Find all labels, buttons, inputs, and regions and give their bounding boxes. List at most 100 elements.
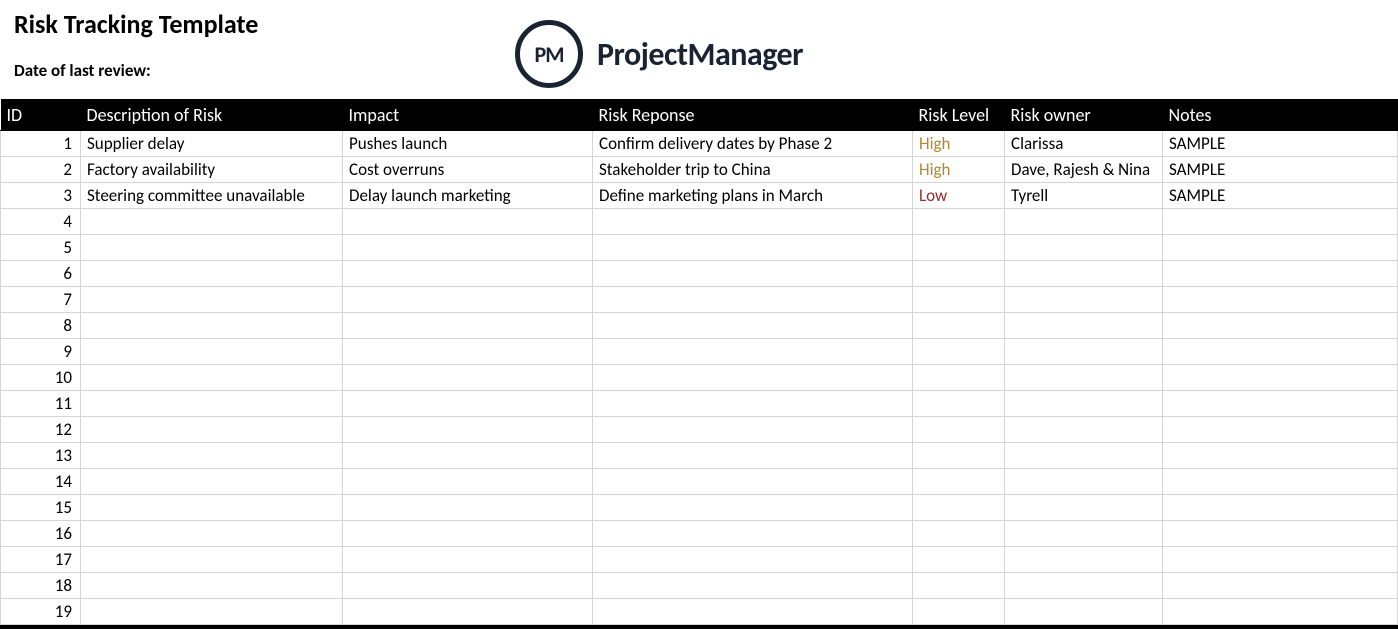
cell-description[interactable] bbox=[81, 443, 343, 469]
cell-impact[interactable] bbox=[343, 495, 593, 521]
cell-id[interactable]: 14 bbox=[1, 469, 81, 495]
cell-impact[interactable] bbox=[343, 261, 593, 287]
cell-description[interactable]: Factory availability bbox=[81, 157, 343, 183]
cell-id[interactable]: 15 bbox=[1, 495, 81, 521]
cell-owner[interactable] bbox=[1005, 547, 1163, 573]
cell-owner[interactable]: Dave, Rajesh & Nina bbox=[1005, 157, 1163, 183]
cell-description[interactable] bbox=[81, 365, 343, 391]
cell-id[interactable]: 19 bbox=[1, 599, 81, 625]
cell-description[interactable] bbox=[81, 391, 343, 417]
cell-risk-level[interactable] bbox=[913, 469, 1005, 495]
cell-response[interactable] bbox=[593, 547, 913, 573]
cell-notes[interactable] bbox=[1163, 469, 1398, 495]
cell-owner[interactable] bbox=[1005, 365, 1163, 391]
cell-notes[interactable] bbox=[1163, 261, 1398, 287]
cell-id[interactable]: 18 bbox=[1, 573, 81, 599]
cell-response[interactable]: Stakeholder trip to China bbox=[593, 157, 913, 183]
cell-response[interactable] bbox=[593, 339, 913, 365]
cell-notes[interactable] bbox=[1163, 339, 1398, 365]
cell-risk-level[interactable] bbox=[913, 521, 1005, 547]
cell-notes[interactable] bbox=[1163, 521, 1398, 547]
cell-notes[interactable] bbox=[1163, 287, 1398, 313]
cell-owner[interactable] bbox=[1005, 313, 1163, 339]
cell-response[interactable] bbox=[593, 443, 913, 469]
cell-id[interactable]: 5 bbox=[1, 235, 81, 261]
cell-description[interactable] bbox=[81, 495, 343, 521]
cell-description[interactable] bbox=[81, 573, 343, 599]
cell-owner[interactable] bbox=[1005, 573, 1163, 599]
cell-description[interactable] bbox=[81, 521, 343, 547]
cell-notes[interactable] bbox=[1163, 573, 1398, 599]
cell-id[interactable]: 7 bbox=[1, 287, 81, 313]
cell-response[interactable] bbox=[593, 417, 913, 443]
cell-notes[interactable] bbox=[1163, 235, 1398, 261]
cell-owner[interactable] bbox=[1005, 521, 1163, 547]
cell-risk-level[interactable] bbox=[913, 261, 1005, 287]
cell-response[interactable] bbox=[593, 287, 913, 313]
cell-description[interactable]: Steering committee unavailable bbox=[81, 183, 343, 209]
cell-id[interactable]: 12 bbox=[1, 417, 81, 443]
cell-id[interactable]: 13 bbox=[1, 443, 81, 469]
cell-risk-level[interactable] bbox=[913, 365, 1005, 391]
cell-owner[interactable] bbox=[1005, 469, 1163, 495]
cell-description[interactable] bbox=[81, 469, 343, 495]
cell-owner[interactable] bbox=[1005, 339, 1163, 365]
cell-risk-level[interactable] bbox=[913, 547, 1005, 573]
cell-description[interactable] bbox=[81, 235, 343, 261]
cell-impact[interactable] bbox=[343, 417, 593, 443]
cell-description[interactable] bbox=[81, 599, 343, 625]
cell-id[interactable]: 2 bbox=[1, 157, 81, 183]
cell-impact[interactable] bbox=[343, 209, 593, 235]
cell-impact[interactable] bbox=[343, 287, 593, 313]
cell-owner[interactable] bbox=[1005, 235, 1163, 261]
cell-impact[interactable] bbox=[343, 235, 593, 261]
cell-id[interactable]: 16 bbox=[1, 521, 81, 547]
cell-risk-level[interactable] bbox=[913, 573, 1005, 599]
cell-impact[interactable] bbox=[343, 313, 593, 339]
cell-risk-level[interactable]: High bbox=[913, 157, 1005, 183]
cell-impact[interactable] bbox=[343, 391, 593, 417]
cell-description[interactable] bbox=[81, 261, 343, 287]
cell-owner[interactable] bbox=[1005, 443, 1163, 469]
cell-impact[interactable] bbox=[343, 547, 593, 573]
cell-response[interactable] bbox=[593, 261, 913, 287]
cell-owner[interactable] bbox=[1005, 599, 1163, 625]
cell-notes[interactable] bbox=[1163, 209, 1398, 235]
cell-risk-level[interactable] bbox=[913, 313, 1005, 339]
cell-risk-level[interactable]: High bbox=[913, 131, 1005, 157]
cell-id[interactable]: 4 bbox=[1, 209, 81, 235]
cell-response[interactable]: Define marketing plans in March bbox=[593, 183, 913, 209]
cell-id[interactable]: 10 bbox=[1, 365, 81, 391]
cell-id[interactable]: 17 bbox=[1, 547, 81, 573]
cell-description[interactable] bbox=[81, 313, 343, 339]
cell-impact[interactable] bbox=[343, 573, 593, 599]
cell-response[interactable]: Confirm delivery dates by Phase 2 bbox=[593, 131, 913, 157]
cell-impact[interactable] bbox=[343, 365, 593, 391]
cell-response[interactable] bbox=[593, 495, 913, 521]
cell-owner[interactable]: Tyrell bbox=[1005, 183, 1163, 209]
cell-notes[interactable] bbox=[1163, 599, 1398, 625]
cell-description[interactable] bbox=[81, 547, 343, 573]
cell-response[interactable] bbox=[593, 573, 913, 599]
cell-risk-level[interactable]: Low bbox=[913, 183, 1005, 209]
cell-notes[interactable]: SAMPLE bbox=[1163, 157, 1398, 183]
cell-impact[interactable] bbox=[343, 469, 593, 495]
cell-description[interactable] bbox=[81, 287, 343, 313]
cell-notes[interactable] bbox=[1163, 495, 1398, 521]
cell-impact[interactable]: Delay launch marketing bbox=[343, 183, 593, 209]
cell-response[interactable] bbox=[593, 391, 913, 417]
cell-response[interactable] bbox=[593, 521, 913, 547]
cell-response[interactable] bbox=[593, 469, 913, 495]
cell-owner[interactable] bbox=[1005, 417, 1163, 443]
cell-response[interactable] bbox=[593, 599, 913, 625]
cell-owner[interactable] bbox=[1005, 209, 1163, 235]
cell-notes[interactable] bbox=[1163, 313, 1398, 339]
cell-response[interactable] bbox=[593, 313, 913, 339]
cell-owner[interactable] bbox=[1005, 261, 1163, 287]
cell-notes[interactable] bbox=[1163, 391, 1398, 417]
cell-impact[interactable] bbox=[343, 521, 593, 547]
cell-risk-level[interactable] bbox=[913, 599, 1005, 625]
cell-notes[interactable] bbox=[1163, 547, 1398, 573]
cell-description[interactable]: Supplier delay bbox=[81, 131, 343, 157]
cell-id[interactable]: 8 bbox=[1, 313, 81, 339]
